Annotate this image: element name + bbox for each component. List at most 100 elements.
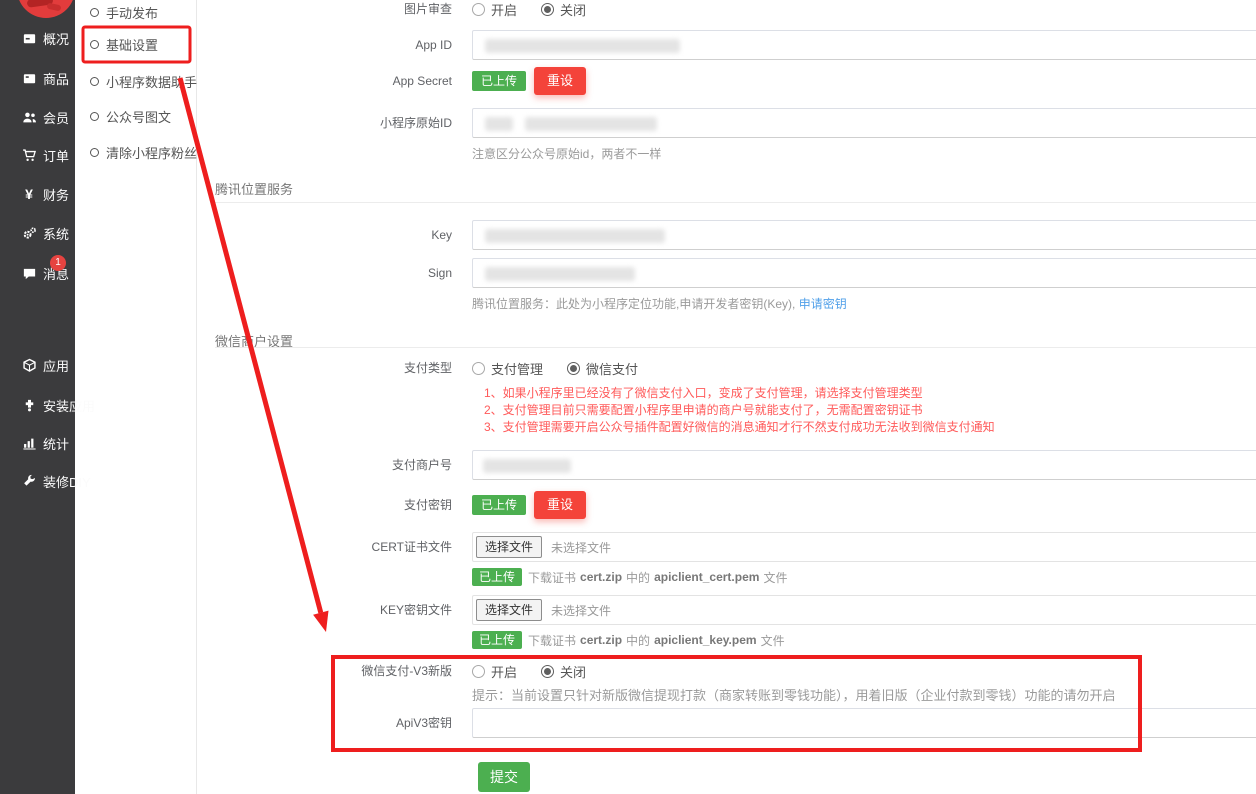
field-label: KEY密钥文件 xyxy=(196,595,472,625)
app-secret-reset-button[interactable]: 重设 xyxy=(534,67,586,95)
pay-type-note: 3、支付管理需要开启公众号插件配置好微信的消息通知才行不然支付成功无法收到微信支… xyxy=(484,419,995,436)
radio-icon[interactable] xyxy=(472,3,485,16)
apiv3-key-input[interactable] xyxy=(472,708,1256,738)
circle-bullet-icon xyxy=(90,112,99,121)
install-apps-icon xyxy=(21,397,37,413)
section-divider xyxy=(215,202,1256,203)
field-label: 图片审查 xyxy=(196,1,472,17)
apiv3-key-row: ApiV3密钥 xyxy=(196,708,1256,738)
field-label: CERT证书文件 xyxy=(196,532,472,562)
sidebar-item-stats[interactable]: 统计 xyxy=(0,434,75,452)
sidebar-item-goods[interactable]: 商品 xyxy=(0,69,75,87)
key-zip-filename: cert.zip xyxy=(580,633,622,647)
cert-zip-filename: cert.zip xyxy=(580,570,622,584)
field-label: Sign xyxy=(196,258,472,288)
app-logo[interactable] xyxy=(17,0,75,18)
redacted-value xyxy=(483,459,571,473)
sidebar-item-members[interactable]: 会员 xyxy=(0,108,75,126)
sidebar-item-messages[interactable]: 消息 1 xyxy=(0,264,75,282)
uploaded-badge: 已上传 xyxy=(472,568,522,586)
pay-key-row: 支付密钥 已上传 重设 xyxy=(196,490,586,520)
radio-icon[interactable] xyxy=(472,362,485,375)
sidebar-item-label: 统计 xyxy=(43,434,69,453)
key-file-input[interactable]: 选择文件 未选择文件 xyxy=(472,595,1256,625)
radio-label: 关闭 xyxy=(560,0,586,19)
app-id-input[interactable] xyxy=(472,30,1256,60)
apply-key-link[interactable]: 申请密钥 xyxy=(799,297,847,311)
cert-file-input[interactable]: 选择文件 未选择文件 xyxy=(472,532,1256,562)
image-review-off-radio[interactable]: 关闭 xyxy=(541,0,586,19)
no-file-chosen-text: 未选择文件 xyxy=(551,602,611,619)
submenu-item-label: 手动发布 xyxy=(106,3,158,22)
cert-pem-filename: apiclient_cert.pem xyxy=(654,570,759,584)
submit-row: 提交 xyxy=(196,762,530,792)
pay-type-wechat-radio[interactable]: 微信支付 xyxy=(567,359,638,378)
cert-hint-text: 文件 xyxy=(763,569,787,586)
location-key-row: Key xyxy=(196,220,1256,250)
sidebar-item-label: 会员 xyxy=(43,108,69,127)
orders-icon xyxy=(21,147,37,163)
radio-label: 开启 xyxy=(491,0,517,19)
submenu-item-manual-publish[interactable]: 手动发布 xyxy=(75,4,196,21)
image-review-on-radio[interactable]: 开启 xyxy=(472,0,517,19)
radio-label: 支付管理 xyxy=(491,359,543,378)
finance-icon: ¥ xyxy=(21,186,37,202)
submenu-item-clear-miniprogram-fans[interactable]: 清除小程序粉丝 xyxy=(75,144,196,161)
field-label: 支付商户号 xyxy=(196,450,472,480)
v3-off-radio[interactable]: 关闭 xyxy=(541,662,586,681)
sidebar-item-diy[interactable]: 装修DIY xyxy=(0,472,75,490)
circle-bullet-icon xyxy=(90,8,99,17)
radio-label: 微信支付 xyxy=(586,359,638,378)
field-label: 支付密钥 xyxy=(196,490,472,520)
radio-icon[interactable] xyxy=(472,665,485,678)
wechatpay-v3-row: 微信支付-V3新版 开启 关闭 提示：当前设置只针对新版微信提现打款（商家转账到… xyxy=(196,663,1116,704)
sidebar-item-apps[interactable]: 应用 xyxy=(0,356,75,374)
radio-selected-icon[interactable] xyxy=(567,362,580,375)
sidebar-item-overview[interactable]: 概况 xyxy=(0,29,75,47)
section-divider xyxy=(215,347,1256,348)
submenu-item-official-account-articles[interactable]: 公众号图文 xyxy=(75,108,196,125)
field-label: App Secret xyxy=(196,66,472,96)
key-hint-text: 文件 xyxy=(761,632,785,649)
stats-icon xyxy=(21,435,37,451)
location-key-input[interactable] xyxy=(472,220,1256,250)
pay-type-note: 2、支付管理目前只需要配置小程序里申请的商户号就能支付了，无需配置密钥证书 xyxy=(484,402,995,419)
submenu-item-miniprogram-data-assistant[interactable]: 小程序数据助手 xyxy=(75,73,196,90)
submenu-item-basic-settings[interactable]: 基础设置 xyxy=(75,36,196,53)
location-sign-input[interactable] xyxy=(472,258,1256,288)
sidebar-item-label: 商品 xyxy=(43,69,69,88)
uploaded-badge: 已上传 xyxy=(472,495,526,515)
circle-bullet-icon xyxy=(90,40,99,49)
field-label: 支付类型 xyxy=(196,360,472,376)
uploaded-badge: 已上传 xyxy=(472,631,522,649)
sidebar-item-label: 订单 xyxy=(43,146,69,165)
field-label: Key xyxy=(196,220,472,250)
submenu-item-label: 小程序数据助手 xyxy=(106,72,197,91)
sidebar-item-install-apps[interactable]: 安装应用 xyxy=(0,396,75,414)
radio-label: 关闭 xyxy=(560,662,586,681)
logo-mark xyxy=(47,3,62,12)
sidebar-item-finance[interactable]: ¥ 财务 xyxy=(0,185,75,203)
sidebar-item-system[interactable]: 系统 xyxy=(0,224,75,242)
pay-type-manage-radio[interactable]: 支付管理 xyxy=(472,359,543,378)
sidebar-item-label: 应用 xyxy=(43,356,69,375)
pay-key-reset-button[interactable]: 重设 xyxy=(534,491,586,519)
messages-icon xyxy=(21,265,37,281)
diy-icon xyxy=(21,473,37,489)
v3-on-radio[interactable]: 开启 xyxy=(472,662,517,681)
app-id-row: App ID xyxy=(196,30,1256,60)
submit-button[interactable]: 提交 xyxy=(478,762,530,792)
no-file-chosen-text: 未选择文件 xyxy=(551,539,611,556)
key-choose-file-button[interactable]: 选择文件 xyxy=(476,599,542,621)
cert-choose-file-button[interactable]: 选择文件 xyxy=(476,536,542,558)
sidebar-item-label: 装修DIY xyxy=(43,472,91,491)
original-id-hint: 注意区分公众号原始id，两者不一样 xyxy=(472,145,1256,162)
sidebar-item-orders[interactable]: 订单 xyxy=(0,146,75,164)
settings-form: 图片审查 开启 关闭 App ID App Secret 已上传 重设 小程序原… xyxy=(196,0,1256,794)
radio-selected-icon[interactable] xyxy=(541,3,554,16)
merchant-id-input[interactable] xyxy=(472,450,1256,480)
pay-type-row: 支付类型 支付管理 微信支付 1、如果小程序里已经没有了微信支付入口，变成了支付… xyxy=(196,360,995,436)
original-id-input[interactable] xyxy=(472,108,1256,138)
radio-selected-icon[interactable] xyxy=(541,665,554,678)
key-hint-text: 中的 xyxy=(626,632,650,649)
